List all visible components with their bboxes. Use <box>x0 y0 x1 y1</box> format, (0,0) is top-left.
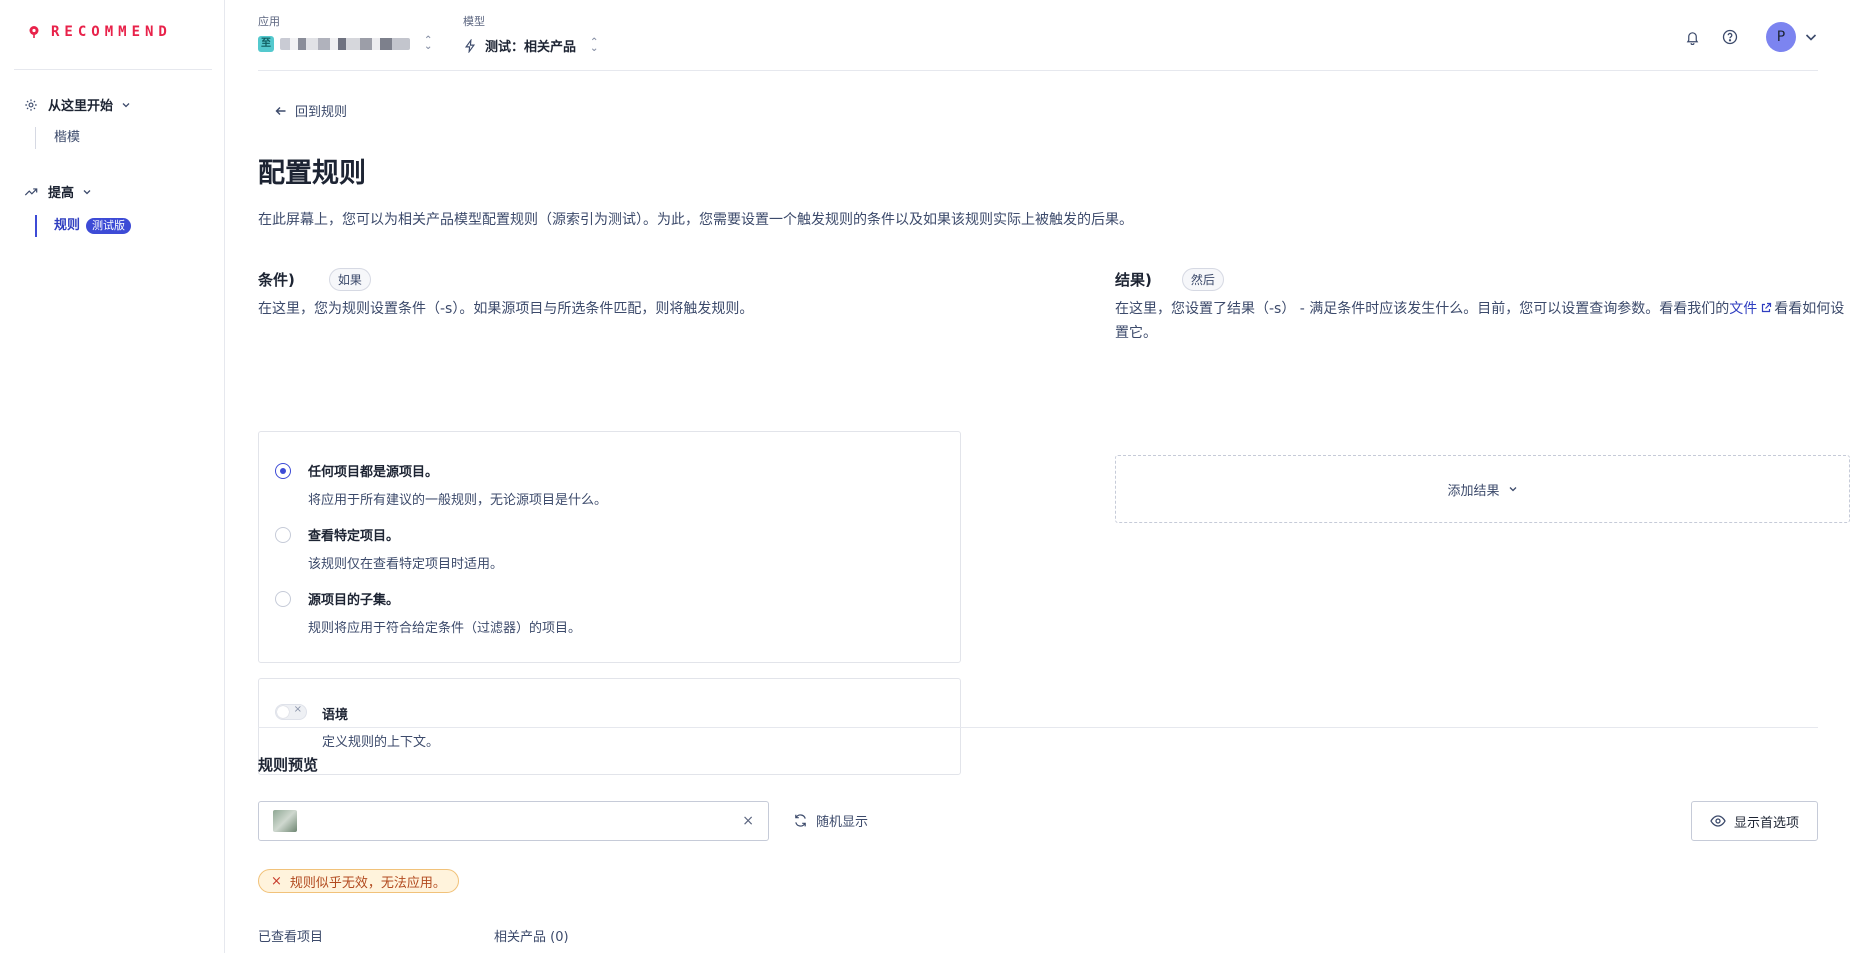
sidebar-item-label: 规则 <box>54 218 81 233</box>
context-toggle[interactable]: × <box>275 704 307 720</box>
option-description: 将应用于所有建议的一般规则，无论源项目是什么。 <box>308 493 608 508</box>
page-title: 配置规则 <box>258 158 366 189</box>
sidebar-divider <box>14 69 212 70</box>
preview-title: 规则预览 <box>258 756 319 774</box>
error-text: 规则似乎无效，无法应用。 <box>289 875 446 891</box>
conditions-title: 条件) <box>258 271 295 289</box>
radio-button[interactable] <box>275 591 291 607</box>
radio-button[interactable] <box>275 527 291 543</box>
conditions-section: 条件) 如果 在这里，您为规则设置条件（-s）。如果源项目与所选条件匹配，则将触… <box>258 268 961 775</box>
back-label: 回到规则 <box>295 105 348 120</box>
conditions-description: 在这里，您为规则设置条件（-s）。如果源项目与所选条件匹配，则将触发规则。 <box>258 301 754 317</box>
radio-button[interactable] <box>275 463 291 479</box>
nav-group-getting-started[interactable]: 从这里开始 <box>24 95 131 114</box>
chevron-down-icon <box>83 189 91 194</box>
option-description: 该规则仅在查看特定项目时适用。 <box>308 557 504 572</box>
chevron-down-icon[interactable] <box>1804 30 1818 44</box>
beta-badge: 测试版 <box>86 218 132 234</box>
up-down-icon: ⌃ ⌄ <box>590 36 599 54</box>
top-icons: P <box>1663 22 1818 52</box>
external-link-icon <box>1762 302 1772 313</box>
option-title: 任何项目都是源项目。 <box>308 465 439 480</box>
trending-up-icon <box>24 187 38 195</box>
then-pill: 然后 <box>1181 268 1224 291</box>
app-icon: 至 <box>258 36 274 52</box>
random-show-button[interactable]: 随机显示 <box>793 811 868 830</box>
gear-icon <box>25 98 37 111</box>
add-result-button[interactable]: 添加结果 <box>1115 455 1850 523</box>
sidebar-item-models[interactable]: 楷模 <box>35 127 80 149</box>
results-description-text: 在这里，您设置了结果（-s） - 满足条件时应该发生什么。目前，您可以设置查询参… <box>1115 301 1730 317</box>
nav-group-improve[interactable]: 提高 <box>24 182 92 201</box>
random-show-label: 随机显示 <box>816 815 869 830</box>
sidebar-item-rules[interactable]: 规则 测试版 <box>35 215 132 237</box>
main: 应用 至 ⌃ ⌄ 模型 测试：相关产品 ⌃ ⌄ P 回到规则 配置规则 在此屏幕… <box>226 0 1851 953</box>
clear-icon[interactable]: × <box>742 813 754 829</box>
results-section: 结果) 然后 在这里，您设置了结果（-s） - 满足条件时应该发生什么。目前，您… <box>1115 268 1850 523</box>
option-title: 源项目的子集。 <box>308 593 400 608</box>
bell-icon[interactable] <box>1685 30 1700 45</box>
help-icon[interactable] <box>1722 29 1738 45</box>
condition-option-specific-item[interactable]: 查看特定项目。 该规则仅在查看特定项目时适用。 <box>275 525 503 572</box>
nav-group-label: 从这里开始 <box>48 99 114 114</box>
option-description: 规则将应用于符合给定条件（过滤器）的项目。 <box>308 621 582 636</box>
chevron-down-icon <box>122 102 130 107</box>
nav-group-label: 提高 <box>48 186 75 201</box>
tab-related-products[interactable]: 相关产品 (0) <box>494 926 569 945</box>
sidebar: RECOMMEND 从这里开始 楷模 提高 规则 测试版 <box>0 0 225 953</box>
preview-item-input[interactable]: × <box>258 801 769 841</box>
context-title: 语境 <box>322 708 349 723</box>
page-description: 在此屏幕上，您可以为相关产品模型配置规则（源索引为测试）。为此，您需要设置一个触… <box>258 212 1133 228</box>
results-description: 在这里，您设置了结果（-s） - 满足条件时应该发生什么。目前，您可以设置查询参… <box>1115 297 1850 345</box>
documentation-link[interactable]: 文件 <box>1729 301 1774 317</box>
logo[interactable]: RECOMMEND <box>27 24 172 40</box>
refresh-icon <box>795 814 806 827</box>
documentation-link-label: 文件 <box>1729 301 1758 317</box>
avatar[interactable]: P <box>1766 22 1796 52</box>
eye-icon <box>1710 815 1726 827</box>
condition-option-any-item[interactable]: 任何项目都是源项目。 将应用于所有建议的一般规则，无论源项目是什么。 <box>275 461 607 508</box>
model-label: 模型 <box>463 15 485 28</box>
app-name-redacted <box>280 38 410 50</box>
tab-viewed-items[interactable]: 已查看项目 <box>258 926 323 945</box>
item-thumbnail <box>273 810 297 832</box>
error-icon: × <box>271 873 282 889</box>
sidebar-item-label: 楷模 <box>54 130 81 145</box>
section-divider <box>258 727 1818 728</box>
results-title: 结果) <box>1115 271 1152 289</box>
model-selector[interactable]: 模型 测试：相关产品 ⌃ ⌄ <box>463 13 598 55</box>
condition-option-subset[interactable]: 源项目的子集。 规则将应用于符合给定条件（过滤器）的项目。 <box>275 589 581 636</box>
logo-text: RECOMMEND <box>51 24 172 40</box>
chevron-down-icon <box>1509 487 1516 492</box>
arrow-left-icon <box>275 106 286 115</box>
condition-options-card: 任何项目都是源项目。 将应用于所有建议的一般规则，无论源项目是什么。 查看特定项… <box>258 431 961 663</box>
add-result-label: 添加结果 <box>1447 483 1500 499</box>
show-preferences-label: 显示首选项 <box>1733 815 1799 831</box>
toggle-off-icon: × <box>293 704 302 715</box>
show-preferences-button[interactable]: 显示首选项 <box>1691 801 1818 841</box>
app-selector[interactable]: 应用 至 ⌃ ⌄ <box>258 13 432 52</box>
logo-pin-icon <box>29 26 39 38</box>
app-label: 应用 <box>258 15 280 28</box>
invalid-rule-badge: × 规则似乎无效，无法应用。 <box>258 869 459 893</box>
model-value: 测试：相关产品 <box>485 40 577 55</box>
context-description: 定义规则的上下文。 <box>322 735 440 750</box>
up-down-icon: ⌃ ⌄ <box>424 35 433 52</box>
if-pill: 如果 <box>328 268 371 291</box>
option-title: 查看特定项目。 <box>308 529 400 544</box>
back-to-rules-link[interactable]: 回到规则 <box>275 101 347 120</box>
toggle-knob <box>277 706 289 718</box>
topbar: 应用 至 ⌃ ⌄ 模型 测试：相关产品 ⌃ ⌄ P <box>258 0 1818 71</box>
lightning-icon <box>464 38 476 53</box>
